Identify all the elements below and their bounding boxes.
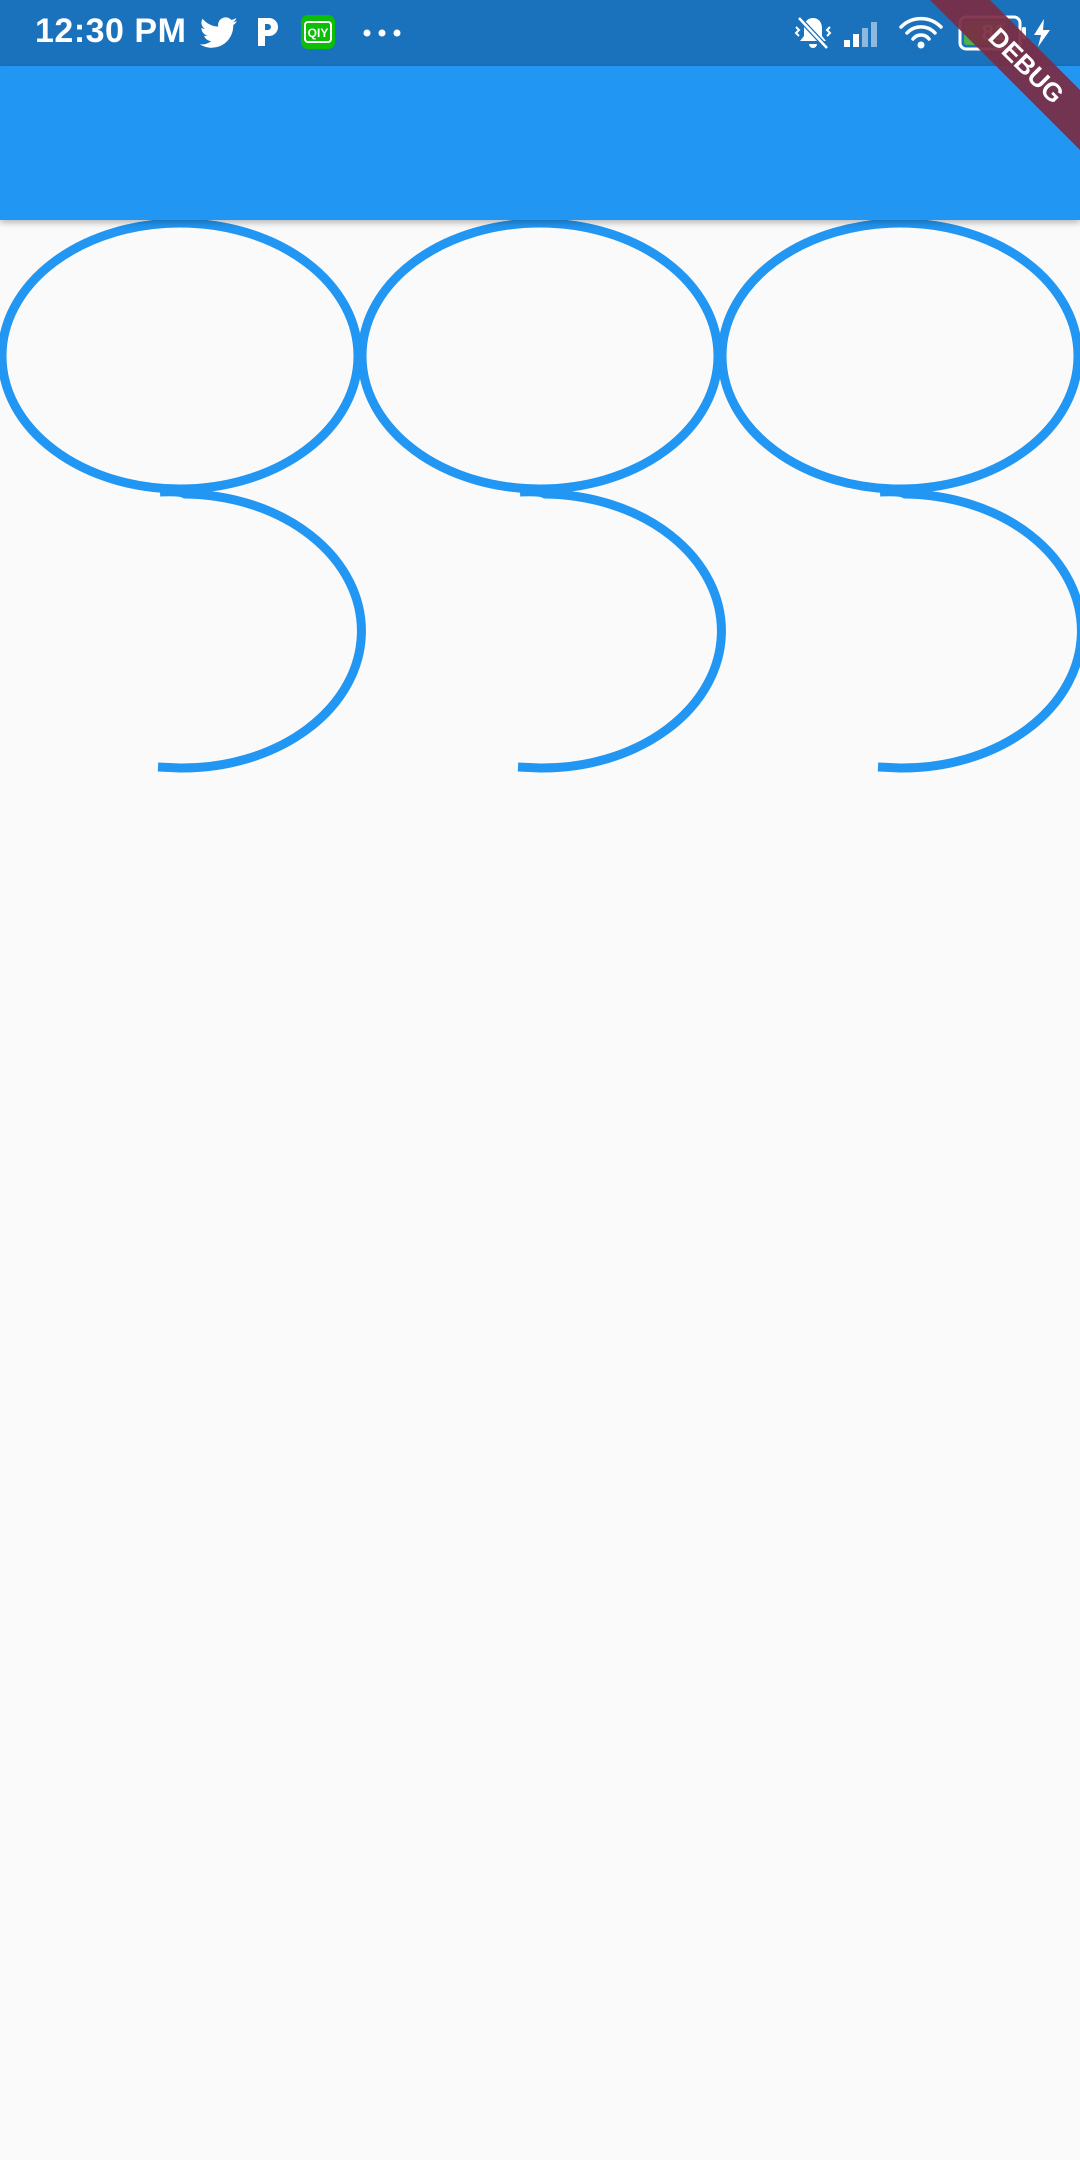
screen: 12:30 PM QIY 81 DEBUG bbox=[0, 0, 1080, 2160]
curve-bottom-hook bbox=[517, 487, 726, 773]
curve-top-loop bbox=[0, 218, 363, 494]
curve-group bbox=[0, 218, 1080, 773]
curve-bottom-hook bbox=[877, 487, 1080, 773]
curve-top-loop bbox=[357, 218, 723, 494]
curve-top-loop bbox=[717, 218, 1080, 494]
curve-bottom-hook bbox=[157, 487, 366, 773]
app-bar bbox=[0, 66, 1080, 220]
curve-drawing bbox=[0, 218, 1080, 773]
